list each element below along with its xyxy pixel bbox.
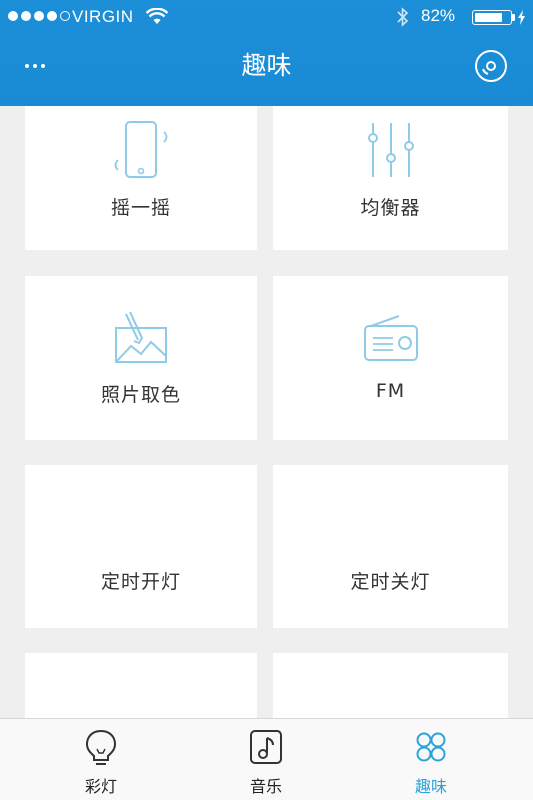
tile-timer-off[interactable]: 定时关灯 [273, 465, 508, 628]
tab-label: 趣味 [414, 777, 447, 796]
equalizer-icon [367, 123, 414, 177]
signal-dot [47, 11, 57, 21]
battery-percent: 82% [421, 6, 456, 25]
bluetooth-icon [397, 7, 409, 27]
tile-label: 定时开灯 [100, 571, 181, 593]
top-bar: VIRGIN 82% 趣味 [0, 0, 533, 106]
tile-partial[interactable] [25, 653, 257, 718]
battery-fill [475, 13, 502, 22]
tile-equalizer[interactable]: 均衡器 [273, 106, 508, 250]
tab-label: 彩灯 [84, 777, 117, 796]
carrier-name: VIRGIN [72, 7, 134, 26]
signal-dot [60, 11, 70, 21]
tile-fm[interactable]: FM [273, 276, 508, 440]
tile-label: 照片取色 [100, 384, 181, 406]
tile-partial[interactable] [273, 653, 508, 718]
status-bar: VIRGIN 82% [0, 0, 533, 34]
charging-icon [518, 10, 525, 25]
bulb-icon [85, 729, 117, 765]
tab-lights[interactable]: 彩灯 [12, 719, 190, 800]
music-icon [250, 730, 282, 764]
signal-dot [8, 11, 18, 21]
phone-shake-icon [114, 121, 168, 178]
tab-music[interactable]: 音乐 [177, 719, 355, 800]
signal-strength [8, 11, 70, 21]
tile-label: 均衡器 [360, 197, 421, 219]
tile-shake[interactable]: 摇一摇 [25, 106, 257, 250]
radio-icon [363, 315, 418, 361]
screen: VIRGIN 82% 趣味 摇一摇 均衡器 照片取色 FM 定时开灯 定时关灯 … [0, 0, 533, 800]
tab-fun[interactable]: 趣味 [342, 719, 520, 800]
tile-timer-on[interactable]: 定时开灯 [25, 465, 257, 628]
tile-photo-pick[interactable]: 照片取色 [25, 276, 257, 440]
battery-icon [472, 10, 512, 25]
disc-icon[interactable] [474, 49, 508, 83]
wifi-icon [146, 8, 168, 24]
battery-tip [512, 14, 515, 21]
tile-label: FM [375, 380, 406, 402]
clover-icon [416, 732, 446, 762]
photo-pick-icon [115, 311, 167, 363]
feature-grid: 摇一摇 均衡器 照片取色 FM 定时开灯 定时关灯 [0, 106, 533, 718]
tab-label: 音乐 [249, 777, 282, 796]
tile-label: 摇一摇 [110, 197, 171, 219]
tile-label: 定时关灯 [350, 571, 431, 593]
tab-bar: 彩灯 音乐 趣味 [0, 718, 533, 800]
page-title: 趣味 [241, 51, 292, 80]
signal-dot [21, 11, 31, 21]
signal-dot [34, 11, 44, 21]
nav-bar: 趣味 [0, 34, 533, 106]
